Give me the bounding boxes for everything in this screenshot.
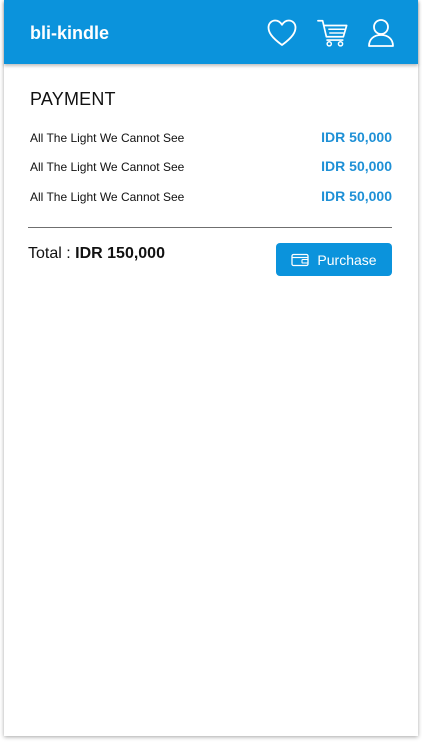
- payment-title: PAYMENT: [30, 89, 116, 109]
- total-label: Total :: [28, 245, 71, 262]
- app-header: bli-kindle: [4, 0, 418, 64]
- payment-item-row: All The Light We Cannot See IDR 50,000: [30, 158, 392, 176]
- divider: [28, 227, 392, 228]
- payment-item-row: All The Light We Cannot See IDR 50,000: [30, 129, 392, 147]
- app-frame: bli-kindle PAYMENT All The Light We Cann…: [4, 0, 418, 736]
- item-title: All The Light We Cannot See: [30, 190, 185, 204]
- item-title: All The Light We Cannot See: [30, 131, 185, 145]
- item-title: All The Light We Cannot See: [30, 160, 185, 174]
- user-icon: [368, 19, 394, 47]
- brand-logo[interactable]: bli-kindle: [30, 21, 109, 45]
- payment-item-row: All The Light We Cannot See IDR 50,000: [30, 188, 392, 206]
- cart-icon: [317, 19, 348, 47]
- purchase-button-label: Purchase: [317, 251, 377, 268]
- wallet-icon: [291, 253, 310, 266]
- total-summary: Total : IDR 150,000: [28, 244, 165, 264]
- purchase-button[interactable]: Purchase: [276, 243, 392, 276]
- wishlist-button[interactable]: [266, 17, 298, 49]
- heart-icon: [267, 19, 297, 46]
- item-price: IDR 50,000: [321, 188, 392, 204]
- item-price: IDR 50,000: [321, 158, 392, 174]
- cart-button[interactable]: [317, 17, 349, 49]
- item-price: IDR 50,000: [321, 129, 392, 145]
- profile-button[interactable]: [365, 17, 397, 49]
- total-amount: IDR 150,000: [75, 245, 165, 262]
